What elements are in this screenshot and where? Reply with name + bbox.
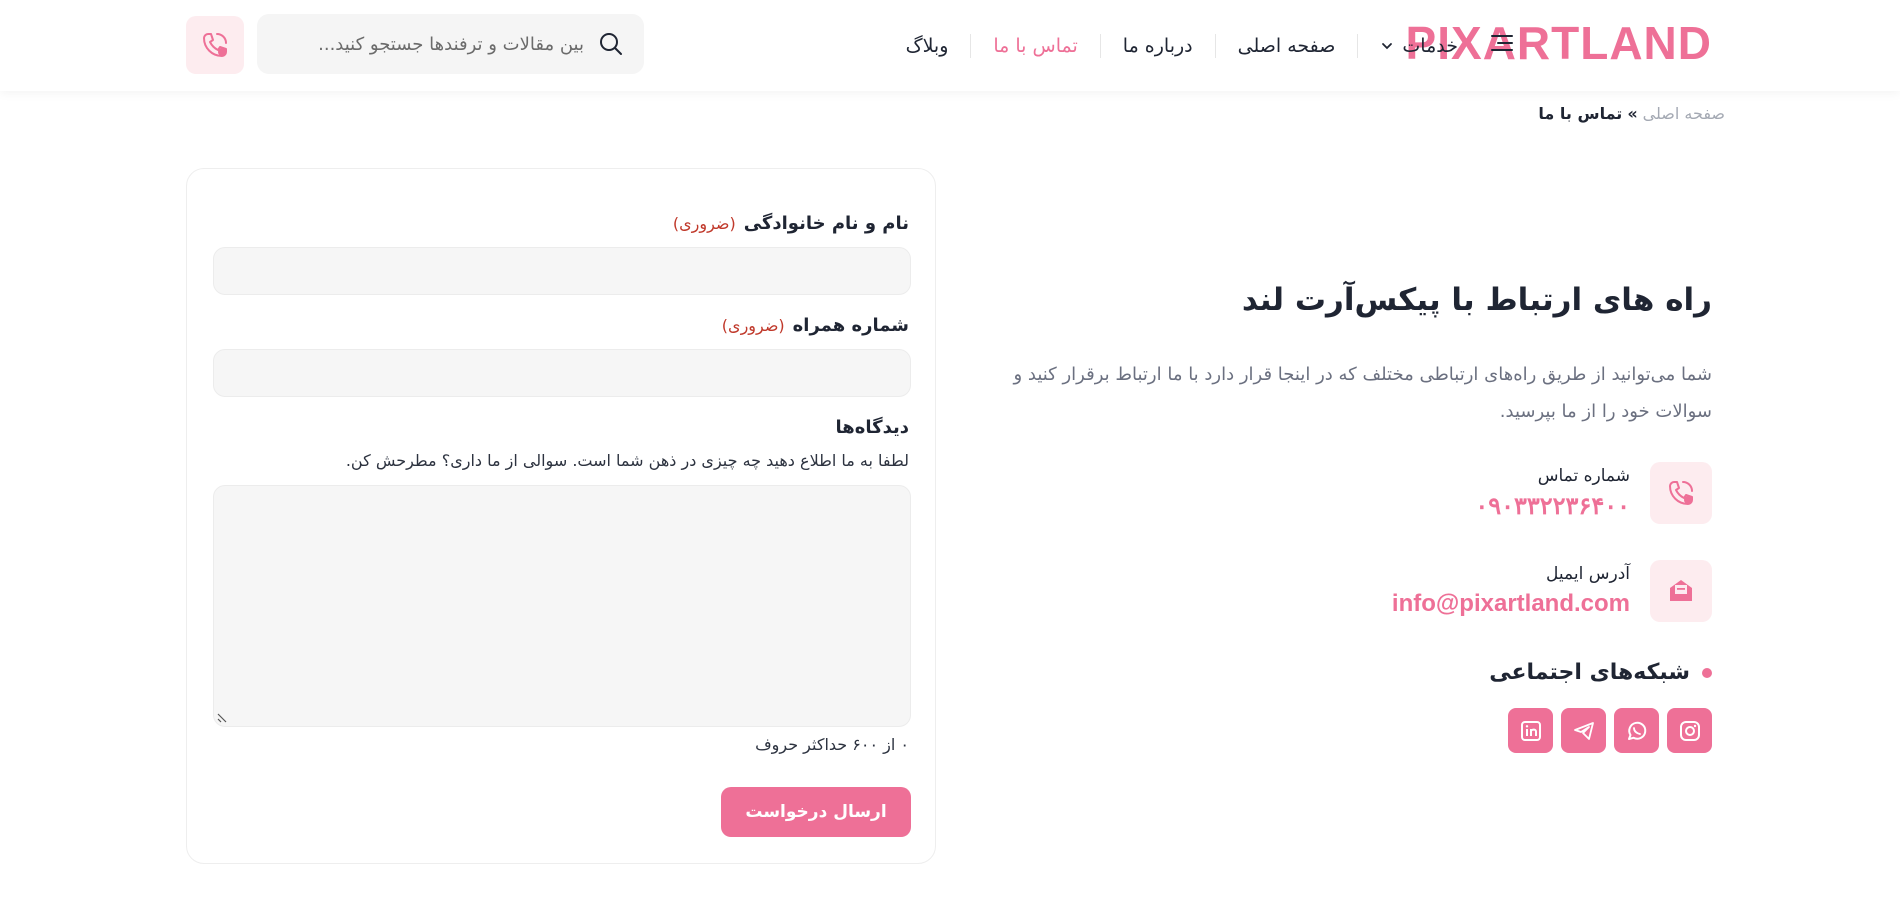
name-field-label: نام و نام خانوادگی (ضروری) [673, 213, 909, 234]
phone-contact-label: شماره تماس [1537, 465, 1630, 486]
social-title-text: شبکه‌های اجتماعی [1489, 660, 1690, 685]
phone-icon [203, 33, 227, 57]
email-contact-row: آدرس ایمیل info@pixartland.com [1392, 560, 1712, 622]
telegram-button[interactable] [1561, 708, 1606, 753]
breadcrumb-separator: » [1627, 104, 1638, 123]
linkedin-button[interactable] [1508, 708, 1553, 753]
nav-item-home[interactable]: صفحه اصلی [1216, 31, 1358, 61]
search-box[interactable] [257, 14, 644, 74]
email-contact-value[interactable]: info@pixartland.com [1392, 590, 1630, 618]
phone-field-label: شماره همراه (ضروری) [722, 315, 909, 336]
phone-required-tag: (ضروری) [721, 316, 785, 335]
email-contact-label: آدرس ایمیل [1546, 564, 1630, 584]
submit-button[interactable]: ارسال درخواست [721, 787, 911, 837]
resize-handle-icon[interactable] [216, 712, 228, 724]
nav-item-services[interactable]: خدمات [1358, 31, 1480, 61]
comments-textarea[interactable] [213, 485, 911, 727]
breadcrumb-home-link[interactable]: صفحه اصلی [1643, 104, 1725, 123]
nav-item-about[interactable]: درباره ما [1101, 31, 1215, 61]
breadcrumb: صفحه اصلی » تماس با ما [1538, 104, 1725, 123]
phone-contact-icon-box [1650, 462, 1712, 524]
menu-icon[interactable] [1489, 32, 1515, 54]
name-required-tag: (ضروری) [672, 214, 736, 233]
name-label-text: نام و نام خانوادگی [743, 213, 909, 234]
email-contact-icon-box [1650, 560, 1712, 622]
site-logo[interactable]: PIXARTLAND [1406, 17, 1712, 69]
info-title: راه های ارتباط با پیکس‌آرت لند [1241, 282, 1712, 318]
contact-form-card: نام و نام خانوادگی (ضروری) شماره همراه (… [186, 168, 936, 864]
phone-icon [1669, 481, 1693, 505]
nav-item-contact[interactable]: تماس با ما [971, 31, 1099, 61]
social-title: شبکه‌های اجتماعی [1489, 660, 1712, 685]
phone-label-text: شماره همراه [792, 315, 909, 336]
info-description: شما می‌توانید از طریق راه‌های ارتباطی مخ… [1013, 364, 1712, 422]
nav-label-blog: وبلاگ [905, 34, 949, 57]
phone-contact-row: شماره تماس ۰۹۰۳۳۲۲۳۶۴۰۰ [1475, 462, 1712, 524]
nav-label-contact: تماس با ما [993, 34, 1078, 57]
search-input[interactable] [277, 33, 584, 55]
nav-item-blog[interactable]: وبلاگ [884, 31, 971, 61]
linkedin-icon [1520, 720, 1541, 741]
breadcrumb-current: تماس با ما [1538, 104, 1623, 123]
comments-field-label: دیدگاه‌ها [836, 417, 910, 438]
whatsapp-button[interactable] [1614, 708, 1659, 753]
search-icon[interactable] [598, 31, 624, 57]
comments-hint: لطفا به ما اطلاع دهید چه چیزی در ذهن شما… [345, 451, 909, 470]
bullet-dot [1702, 667, 1712, 678]
nav-label-home: صفحه اصلی [1237, 34, 1336, 57]
char-counter: ۰ از ۶۰۰ حداکثر حروف [755, 735, 909, 754]
telegram-icon [1573, 721, 1594, 740]
nav-label-services: خدمات [1402, 34, 1458, 57]
mail-icon [1670, 580, 1692, 601]
site-header: PIXARTLAND خدمات صفحه اصلی درباره ما تما… [0, 0, 1900, 91]
phone-contact-text: شماره تماس ۰۹۰۳۳۲۲۳۶۴۰۰ [1475, 466, 1630, 521]
comments-label-text: دیدگاه‌ها [835, 417, 910, 438]
email-contact-text: آدرس ایمیل info@pixartland.com [1392, 564, 1630, 618]
social-links [1508, 708, 1712, 753]
phone-contact-value[interactable]: ۰۹۰۳۳۲۲۳۶۴۰۰ [1475, 492, 1630, 521]
chevron-down-icon [1382, 42, 1393, 49]
instagram-button[interactable] [1667, 708, 1712, 753]
whatsapp-icon [1627, 721, 1646, 740]
call-button[interactable] [186, 16, 244, 74]
main-nav: خدمات صفحه اصلی درباره ما تماس با ما وبل… [884, 0, 1480, 91]
instagram-icon [1679, 720, 1700, 741]
nav-label-about: درباره ما [1122, 34, 1193, 57]
name-input[interactable] [213, 247, 911, 295]
phone-input[interactable] [213, 349, 911, 397]
